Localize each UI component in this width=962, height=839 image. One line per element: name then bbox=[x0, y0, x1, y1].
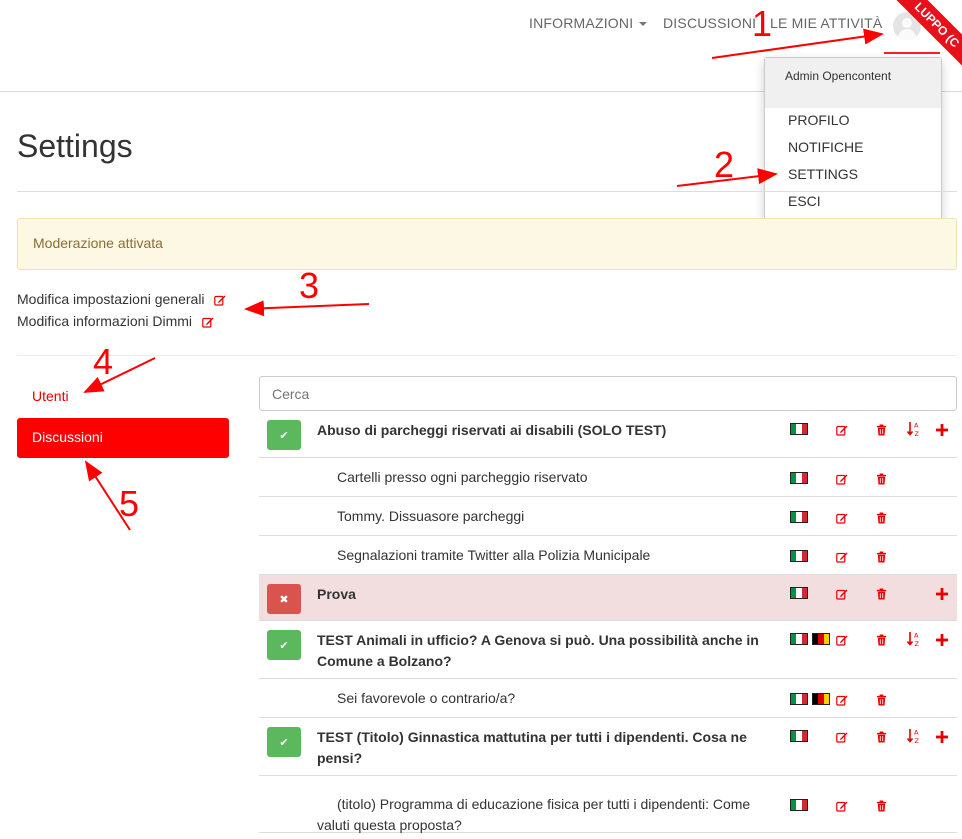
flag-it-icon[interactable] bbox=[790, 511, 808, 523]
table-subrow: (titolo) Programma di educazione fisica … bbox=[259, 776, 957, 833]
menu-item-notifiche[interactable]: NOTIFICHE bbox=[788, 139, 863, 155]
moderation-alert: Moderazione attivata bbox=[17, 218, 957, 270]
link-informazioni-dimmi-label[interactable]: Modifica informazioni Dimmi bbox=[17, 313, 192, 329]
table-row: ✖ Prova bbox=[259, 575, 957, 621]
trash-icon[interactable] bbox=[876, 511, 890, 525]
menu-item-settings[interactable]: SETTINGS bbox=[788, 166, 858, 182]
sidebar-item-discussioni[interactable]: Discussioni bbox=[17, 418, 229, 458]
trash-icon[interactable] bbox=[876, 587, 890, 601]
edit-icon[interactable] bbox=[836, 511, 850, 525]
page-title: Settings bbox=[17, 128, 133, 164]
section-divider bbox=[17, 355, 957, 356]
trash-icon[interactable] bbox=[876, 693, 890, 707]
trash-icon[interactable] bbox=[876, 633, 890, 647]
flag-it-icon[interactable] bbox=[790, 799, 808, 811]
svg-text:Z: Z bbox=[915, 430, 920, 437]
plus-icon[interactable] bbox=[936, 423, 950, 437]
annotation-arrow-2 bbox=[676, 168, 778, 187]
edit-icon[interactable] bbox=[836, 423, 850, 437]
annotation-arrow-5 bbox=[84, 460, 131, 531]
chevron-down-icon bbox=[639, 22, 648, 27]
row-title: Abuso di parcheggi riservati ai disabili… bbox=[317, 422, 667, 438]
sidebar-item-utenti[interactable]: Utenti bbox=[17, 378, 229, 414]
flag-it-icon[interactable] bbox=[790, 633, 808, 645]
table-row: ✔ TEST (Titolo) Ginnastica mattutina per … bbox=[259, 718, 957, 776]
link-informazioni-dimmi[interactable]: Modifica informazioni Dimmi bbox=[17, 313, 214, 329]
plus-icon[interactable] bbox=[936, 587, 950, 601]
annotation-number-4: 4 bbox=[93, 341, 113, 382]
dropdown-user-name: Admin Opencontent bbox=[765, 58, 941, 108]
flag-de-icon[interactable] bbox=[812, 633, 830, 645]
table-subrow: Sei favorevole o contrario/a? bbox=[259, 679, 957, 718]
rejected-toggle-button[interactable]: ✖ bbox=[267, 584, 301, 614]
svg-text:A: A bbox=[914, 632, 919, 640]
edit-icon[interactable] bbox=[836, 550, 850, 564]
nav-informazioni-label: INFORMAZIONI bbox=[529, 15, 634, 31]
menu-item-esci[interactable]: ESCI bbox=[788, 193, 821, 209]
nav-discussioni[interactable]: DISCUSSIONI bbox=[663, 15, 756, 31]
annotation-number-5: 5 bbox=[119, 483, 139, 524]
approved-toggle-button[interactable]: ✔ bbox=[267, 727, 301, 757]
annotation-arrow-3 bbox=[244, 300, 370, 317]
row-title: Prova bbox=[317, 586, 356, 602]
edit-icon[interactable] bbox=[836, 730, 850, 744]
plus-icon[interactable] bbox=[936, 730, 950, 744]
link-impostazioni-generali-label[interactable]: Modifica impostazioni generali bbox=[17, 291, 205, 307]
row-title: Sei favorevole o contrario/a? bbox=[337, 690, 516, 706]
nav-informazioni[interactable]: INFORMAZIONI bbox=[529, 15, 648, 31]
menu-item-profilo[interactable]: PROFILO bbox=[788, 112, 849, 128]
edit-icon[interactable] bbox=[836, 472, 850, 486]
table-row: ✔ Abuso di parcheggi riservati ai disabil… bbox=[259, 411, 957, 458]
svg-text:Z: Z bbox=[915, 640, 920, 647]
search-input[interactable] bbox=[259, 376, 957, 411]
row-title: TEST Animali in ufficio? A Genova si può… bbox=[317, 632, 759, 669]
trash-icon[interactable] bbox=[876, 423, 890, 437]
edit-icon[interactable] bbox=[836, 799, 850, 813]
row-title: Tommy. Dissuasore parcheggi bbox=[337, 508, 525, 524]
active-underline bbox=[884, 52, 940, 54]
flag-it-icon[interactable] bbox=[790, 693, 808, 705]
svg-text:A: A bbox=[914, 422, 919, 430]
flag-it-icon[interactable] bbox=[790, 472, 808, 484]
flag-it-icon[interactable] bbox=[790, 587, 808, 599]
flag-it-icon[interactable] bbox=[790, 730, 808, 742]
flag-it-icon[interactable] bbox=[790, 550, 808, 562]
plus-icon[interactable] bbox=[936, 633, 950, 647]
row-title: (titolo) Programma di educazione fisica … bbox=[317, 796, 751, 833]
trash-icon[interactable] bbox=[876, 550, 890, 564]
approved-toggle-button[interactable]: ✔ bbox=[267, 420, 301, 450]
sort-az-icon[interactable]: AZ bbox=[906, 421, 921, 438]
sort-az-icon[interactable]: AZ bbox=[906, 728, 921, 745]
svg-text:Z: Z bbox=[915, 737, 920, 744]
table-subrow: Tommy. Dissuasore parcheggi bbox=[259, 497, 957, 536]
edit-icon[interactable] bbox=[836, 693, 850, 707]
annotation-number-2: 2 bbox=[714, 144, 734, 185]
edit-icon[interactable] bbox=[836, 633, 850, 647]
flag-it-icon[interactable] bbox=[790, 423, 808, 435]
table-subrow: Segnalazioni tramite Twitter alla Polizi… bbox=[259, 536, 957, 575]
edit-icon[interactable] bbox=[202, 316, 214, 328]
edit-icon[interactable] bbox=[214, 294, 226, 306]
trash-icon[interactable] bbox=[876, 799, 890, 813]
trash-icon[interactable] bbox=[876, 472, 890, 486]
approved-toggle-button[interactable]: ✔ bbox=[267, 630, 301, 660]
table-row: ✔ TEST Animali in ufficio? A Genova si pu… bbox=[259, 621, 957, 679]
annotation-number-3: 3 bbox=[299, 265, 319, 306]
trash-icon[interactable] bbox=[876, 730, 890, 744]
user-dropdown-menu: Admin Opencontent PROFILO NOTIFICHE SETT… bbox=[764, 57, 942, 220]
row-title: TEST (Titolo) Ginnastica mattutina per t… bbox=[317, 729, 747, 766]
sort-az-icon[interactable]: AZ bbox=[906, 631, 921, 648]
table-subrow: Cartelli presso ogni parcheggio riservat… bbox=[259, 458, 957, 497]
row-title: Segnalazioni tramite Twitter alla Polizi… bbox=[337, 547, 651, 563]
link-impostazioni-generali[interactable]: Modifica impostazioni generali bbox=[17, 291, 226, 307]
row-title: Cartelli presso ogni parcheggio riservat… bbox=[337, 469, 588, 485]
title-divider bbox=[17, 191, 957, 192]
flag-de-icon[interactable] bbox=[812, 693, 830, 705]
svg-text:A: A bbox=[914, 729, 919, 737]
nav-le-mie-attivita[interactable]: LE MIE ATTIVITÀ bbox=[770, 15, 882, 31]
edit-icon[interactable] bbox=[836, 587, 850, 601]
